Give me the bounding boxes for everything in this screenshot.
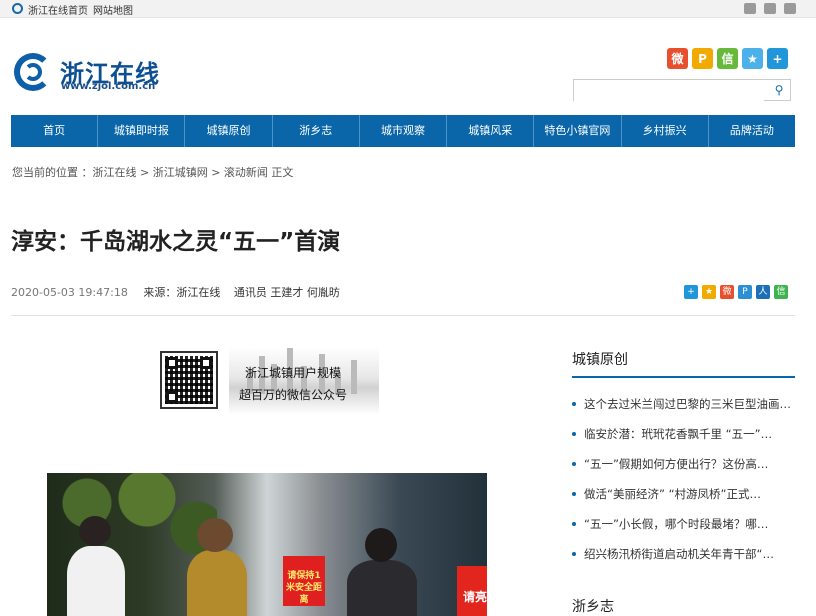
- qzone-icon[interactable]: ★: [742, 48, 763, 69]
- settings-icon[interactable]: [784, 3, 796, 14]
- weibo-icon[interactable]: 微: [720, 285, 734, 299]
- sidebar-news-item[interactable]: 这个去过米兰闯过巴黎的三米巨型油画…: [572, 396, 796, 426]
- mobile-icon[interactable]: [744, 3, 756, 14]
- divider: [11, 315, 795, 316]
- nav-item[interactable]: 城镇即时报: [98, 115, 186, 147]
- tencent-weibo-icon[interactable]: P: [738, 285, 752, 299]
- nav-item[interactable]: 品牌活动: [709, 115, 795, 147]
- nav-item[interactable]: 城镇风采: [447, 115, 535, 147]
- top-utility-icons: [744, 3, 796, 14]
- nav-item[interactable]: 城镇原创: [185, 115, 273, 147]
- sidebar-news-item[interactable]: 临安於潜：玳玳花香飘千里 “五一”…: [572, 426, 796, 456]
- share-toolbar: 微 P 信 ★ +: [667, 48, 788, 69]
- sidebar-news-list: 这个去过米兰闯过巴黎的三米巨型油画… 临安於潜：玳玳花香飘千里 “五一”… “五一”…: [572, 396, 796, 576]
- person-figure: [67, 546, 125, 616]
- tencent-weibo-icon[interactable]: P: [692, 48, 713, 69]
- article-source: 来源：浙江在线: [143, 286, 221, 299]
- qzone-icon[interactable]: ★: [702, 285, 716, 299]
- nav-item[interactable]: 首页: [11, 115, 99, 147]
- breadcrumb: 您当前的位置 ：浙江在线 > 浙江城镇网 > 滚动新闻 正文: [12, 166, 294, 179]
- qr-code-image: [160, 351, 218, 409]
- sidebar-section-title: 城镇原创: [572, 352, 628, 368]
- more-share-icon[interactable]: +: [767, 48, 788, 69]
- search-input[interactable]: [574, 82, 764, 102]
- more-share-icon[interactable]: +: [684, 285, 698, 299]
- sidebar-title-underline: [572, 376, 795, 378]
- distance-sign: 请保持1米安全距离: [283, 556, 325, 606]
- article-photo: 请保持1米安全距离 请亮码入场: [47, 473, 487, 616]
- wechat-icon[interactable]: 信: [717, 48, 738, 69]
- search-icon[interactable]: ⚲: [772, 83, 786, 97]
- sidebar-news-item[interactable]: “五一”假期如何方便出行？这份高…: [572, 456, 796, 486]
- home-link[interactable]: 浙江在线首页: [28, 2, 88, 17]
- article-date: 2020-05-03 19:47:18: [11, 286, 128, 299]
- top-bar: 浙江在线首页 网站地图: [0, 0, 816, 18]
- article-reporter: 通讯员 王建才 何胤昉: [233, 286, 340, 299]
- search-box: ⚲: [573, 79, 791, 102]
- site-logo[interactable]: 浙江在线 www.zjol.com.cn: [14, 53, 174, 93]
- nav-item[interactable]: 乡村振兴: [622, 115, 709, 147]
- sidebar-section2-title: 浙乡志: [572, 599, 614, 615]
- wechat-icon[interactable]: 信: [774, 285, 788, 299]
- renren-icon[interactable]: 人: [756, 285, 770, 299]
- health-code-sign: 请亮码入场: [457, 566, 487, 616]
- article-title: 淳安：千岛湖水之灵“五一”首演: [11, 229, 341, 255]
- sidebar-news-item[interactable]: “五一”小长假，哪个时段最堵？哪…: [572, 516, 796, 546]
- camera-icon[interactable]: [764, 3, 776, 14]
- nav-item[interactable]: 浙乡志: [273, 115, 360, 147]
- article-share-icons: + ★ 微 P 人 信: [684, 285, 788, 299]
- banner-line-2: 超百万的微信公众号: [239, 388, 348, 402]
- zjol-mini-logo-icon: [12, 3, 23, 14]
- main-nav: 首页 城镇即时报 城镇原创 浙乡志 城市观察 城镇风采 特色小镇官网 乡村振兴 品牌活动: [11, 115, 795, 147]
- weibo-icon[interactable]: 微: [667, 48, 688, 69]
- city-skyline-image: [229, 348, 379, 414]
- nav-item[interactable]: 城市观察: [360, 115, 448, 147]
- nav-item[interactable]: 特色小镇官网: [534, 115, 622, 147]
- person-figure: [187, 550, 247, 616]
- person-figure: [347, 560, 417, 616]
- article-meta: 2020-05-03 19:47:18 来源：浙江在线 通讯员 王建才 何胤昉: [11, 284, 340, 300]
- sitemap-link[interactable]: 网站地图: [93, 2, 133, 17]
- logo-url: www.zjol.com.cn: [61, 81, 156, 92]
- sidebar-news-item[interactable]: 绍兴杨汛桥街道启动机关年青干部“…: [572, 546, 796, 576]
- wechat-qr-banner: 浙江城镇用户规模 超百万的微信公众号: [157, 348, 379, 414]
- sidebar-news-item[interactable]: 做活“美丽经济” “村游凤桥”正式…: [572, 486, 796, 516]
- banner-line-1: 浙江城镇用户规模: [245, 366, 342, 380]
